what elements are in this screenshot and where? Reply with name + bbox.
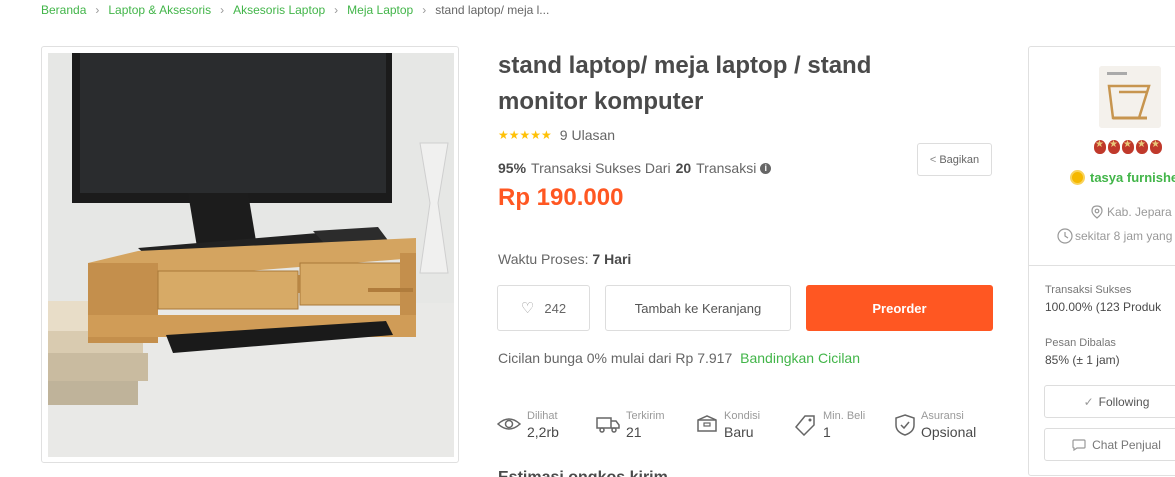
product-image-frame [41,46,459,463]
process-value: 7 Hari [592,251,632,267]
check-icon: ✓ [1083,394,1094,409]
product-rating[interactable]: ★★★★★ 9 Ulasan [498,127,615,143]
shipping-estimate-heading-text: Estimasi ongkos kirim [498,469,678,477]
seller-location: Kab. Jepara [1091,205,1172,219]
stat-min-purchase: Min. Beli 1 [795,410,865,441]
transaction-label: Transaksi [696,160,757,176]
stat-viewed: Dilihat 2,2rb [497,410,559,441]
transaction-success: 95% Transaksi Sukses Dari 20 Transaksi i [498,160,772,176]
stat-sent-label: Terkirim [626,410,665,422]
compare-installment-link[interactable]: Bandingkan Cicilan [740,350,860,366]
chat-bubble-icon [1072,438,1086,451]
breadcrumb-aksesoris-laptop[interactable]: Aksesoris Laptop [233,3,325,17]
review-count[interactable]: 9 Ulasan [560,127,615,143]
chevron-right-icon: › [220,3,225,17]
seller-location-text: Kab. Jepara [1107,205,1172,219]
following-label: Following [1098,394,1150,409]
seller-avatar[interactable] [1099,66,1161,128]
preorder-button[interactable]: Preorder [806,285,993,331]
chat-seller-label: Chat Penjual [1092,437,1161,452]
chevron-right-icon: › [422,3,427,17]
share-button[interactable]: < Bagikan [917,143,992,176]
eye-icon [497,418,521,430]
add-to-cart-button[interactable]: Tambah ke Keranjang [605,285,791,331]
stat-insurance: Asuransi Opsional [895,410,976,441]
seller-name-text: tasya furnishe [1090,170,1175,185]
process-time: Waktu Proses: 7 Hari [498,251,631,267]
divider [1029,265,1175,266]
share-icon: < [929,153,937,166]
seller-panel: tasya furnishe Kab. Jepara sekitar 8 jam… [1028,46,1175,476]
breadcrumb-meja-laptop[interactable]: Meja Laptop [347,3,413,17]
stat-viewed-label: Dilihat [527,410,558,422]
product-price: Rp 190.000 [498,184,624,211]
stat-viewed-value: 2,2rb [527,424,559,440]
transaction-count: 20 [675,160,692,176]
stat-sent-value: 21 [626,424,642,440]
stat-min-value: 1 [823,424,831,440]
breadcrumb-home[interactable]: Beranda [41,3,86,17]
gold-merchant-icon [1070,170,1085,185]
seller-name[interactable]: tasya furnishe [1070,170,1175,185]
info-icon[interactable]: i [760,162,772,174]
clock-icon [1057,228,1073,244]
process-label: Waktu Proses: [498,251,589,267]
shipping-estimate-heading: Estimasi ongkos kirim [498,466,678,477]
truck-icon [596,417,620,433]
installment-info: Cicilan bunga 0% mulai dari Rp 7.917 Ban… [498,350,860,366]
following-button[interactable]: ✓ Following [1044,385,1175,418]
installment-text: Cicilan bunga 0% mulai dari Rp 7.917 [498,350,733,366]
wishlist-button[interactable]: ♡ 242 [497,285,590,331]
success-text: Transaksi Sukses Dari [531,160,671,176]
location-pin-icon [1091,205,1103,219]
stat-sent: Terkirim 21 [596,410,665,441]
stat-condition-value: Baru [724,424,754,440]
seller-tx-value: 100.00% (123 Produk [1045,300,1162,314]
shield-check-icon [895,414,915,436]
heart-icon: ♡ [520,300,535,317]
stat-insurance-label: Asuransi [921,410,964,422]
wishlist-count: 242 [544,300,567,316]
success-percentage: 95% [498,160,527,176]
seller-last-active: sekitar 8 jam yang [1057,228,1172,244]
breadcrumb: Beranda › Laptop & Aksesoris › Aksesoris… [41,3,549,17]
stat-condition: Kondisi Baru [696,410,760,441]
seller-reply-label: Pesan Dibalas [1045,337,1116,349]
seller-tx-label: Transaksi Sukses [1045,284,1132,296]
star-rating-icon: ★★★★★ [498,128,552,142]
breadcrumb-laptop-aksesoris[interactable]: Laptop & Aksesoris [108,3,211,17]
stat-insurance-value: Opsional [921,424,977,440]
breadcrumb-current: stand laptop/ meja l... [435,3,550,17]
stat-min-label: Min. Beli [823,410,866,422]
product-title: stand laptop/ meja laptop / stand monito… [498,52,872,115]
share-label: Bagikan [939,153,980,166]
box-icon [697,415,717,432]
product-image[interactable] [48,53,454,457]
tag-icon [795,415,815,436]
chat-seller-button[interactable]: Chat Penjual [1044,428,1175,461]
seller-reply-value: 85% (± 1 jam) [1045,353,1120,367]
seller-reputation-badge [1094,139,1164,154]
chevron-right-icon: › [334,3,339,17]
stat-condition-label: Kondisi [724,410,761,422]
chevron-right-icon: › [95,3,100,17]
seller-last-active-text: sekitar 8 jam yang [1075,229,1173,243]
